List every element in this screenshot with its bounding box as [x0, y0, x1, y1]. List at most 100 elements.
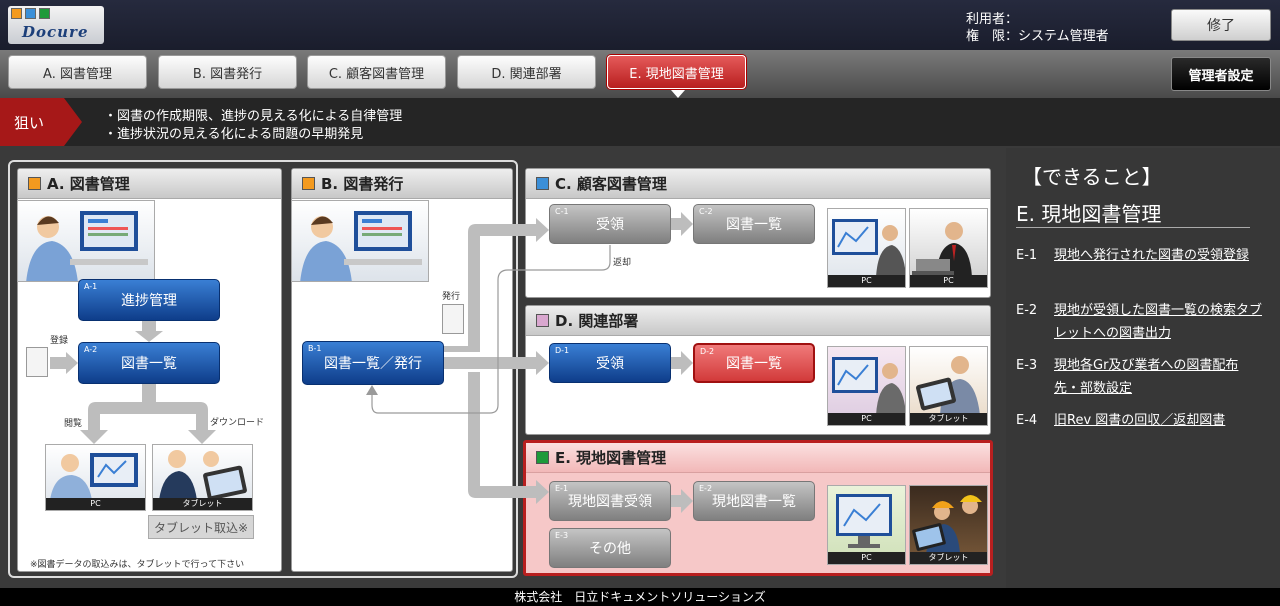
document-icon [442, 304, 464, 334]
tab-e-site-documents[interactable]: E. 現地図書管理 [607, 55, 746, 89]
node-label: 図書一覧 [726, 356, 782, 372]
capability-code: E-4 [1016, 413, 1038, 428]
document-list-button-d2[interactable]: D-2 図書一覧 [693, 343, 815, 383]
tab-a-document-management[interactable]: A. 図書管理 [8, 55, 147, 89]
pc-illustration-e: PC [827, 485, 906, 565]
capabilities-subheading: E. 現地図書管理 [1016, 202, 1162, 226]
capability-link[interactable]: 現地へ発行された図書の受領登録 [1054, 244, 1264, 267]
quit-button[interactable]: 修了 [1171, 9, 1271, 41]
panel-b-title: B. 図書発行 [321, 175, 404, 193]
tablet-illustration-a: タブレット [152, 444, 253, 511]
view-label: 閲覧 [64, 419, 83, 429]
other-button-e3[interactable]: E-3 その他 [549, 528, 671, 568]
node-code: D-2 [700, 347, 715, 356]
pc-illustration-d: PC [827, 346, 906, 426]
node-label: 進捗管理 [121, 293, 177, 309]
node-label: 現地図書受領 [568, 494, 652, 510]
office-worker-icon [300, 211, 422, 281]
tablet-user-icon [159, 450, 247, 501]
node-label: 受領 [596, 356, 624, 372]
capability-code: E-1 [1016, 248, 1038, 263]
panel-a-title: A. 図書管理 [47, 175, 130, 193]
tab-b-document-issue[interactable]: B. 図書発行 [158, 55, 297, 89]
panel-e-header: E. 現地図書管理 [526, 443, 990, 473]
issue-label: 発行 [442, 292, 461, 302]
pc-illustration-c1: PC [827, 208, 906, 288]
panel-d-header: D. 関連部署 [526, 306, 990, 336]
goal-line-2: ・進捗状況の見える化による問題の早期発見 [104, 127, 364, 142]
footer-company: 株式会社 日立ドキュメントソリューションズ [0, 588, 1280, 606]
document-list-issue-button[interactable]: B-1 図書一覧／発行 [302, 341, 444, 385]
capability-item-e1[interactable]: E-1 現地へ発行された図書の受領登録 [1016, 244, 1266, 290]
tab-c-customer-documents[interactable]: C. 顧客図書管理 [307, 55, 446, 89]
capability-code: E-3 [1016, 358, 1038, 373]
pc-tag: PC [828, 275, 905, 287]
node-label: 受領 [596, 217, 624, 233]
tablet-illustration-e: タブレット [909, 485, 988, 565]
capability-code: E-2 [1016, 303, 1038, 318]
pc-illustration-a: PC [45, 444, 146, 511]
capabilities-heading: 【できること】 [1022, 165, 1162, 189]
capability-item-e3[interactable]: E-3 現地各Gr及び業者への図書配布先・部数設定 [1016, 354, 1266, 400]
pc-user-icon [832, 219, 905, 277]
role-label: 権 限：システム管理者 [966, 29, 1109, 44]
green-square-icon [536, 451, 549, 464]
orange-square-icon [302, 177, 315, 190]
capability-link[interactable]: 現地が受領した図書一覧の検索タブレットへの図書出力 [1054, 299, 1264, 345]
pc-user-icon [832, 357, 905, 415]
office-worker-illustration-b [291, 200, 429, 282]
tab-d-related-departments[interactable]: D. 関連部署 [457, 55, 596, 89]
import-note: ※図書データの取込みは、タブレットで行って下さい [30, 560, 245, 570]
pc-tag: PC [828, 413, 905, 425]
tablet-tag: タブレット [910, 552, 987, 564]
orange-square-icon [28, 177, 41, 190]
heading-divider [1016, 227, 1250, 228]
office-worker-illustration [17, 200, 155, 282]
download-label: ダウンロード [210, 418, 265, 428]
active-tab-indicator-icon [671, 90, 685, 98]
node-code: E-2 [699, 484, 713, 493]
admin-settings-button[interactable]: 管理者設定 [1171, 57, 1271, 91]
pc-illustration-c2: PC [909, 208, 988, 288]
progress-management-button[interactable]: A-1 進捗管理 [78, 279, 220, 321]
panel-c-header: C. 顧客図書管理 [526, 169, 990, 199]
panel-b-header: B. 図書発行 [292, 169, 512, 199]
worker-helmet-tablet-icon [912, 495, 982, 554]
logo-square-green-icon [39, 8, 50, 19]
tablet-import-button[interactable]: タブレット取込※ [148, 515, 254, 539]
capability-item-e2[interactable]: E-2 現地が受領した図書一覧の検索タブレットへの図書出力 [1016, 299, 1266, 345]
document-list-button-c2[interactable]: C-2 図書一覧 [693, 204, 815, 244]
node-code: D-1 [555, 346, 570, 355]
pink-square-icon [536, 314, 549, 327]
logo-square-orange-icon [11, 8, 22, 19]
pc-tag: PC [910, 275, 987, 287]
capability-item-e4[interactable]: E-4 旧Rev 図書の回収／返却図書 [1016, 409, 1266, 432]
panel-d-title: D. 関連部署 [555, 312, 639, 330]
capability-link[interactable]: 現地各Gr及び業者への図書配布先・部数設定 [1054, 354, 1264, 400]
pc-tag: PC [828, 552, 905, 564]
document-icon [26, 347, 48, 377]
app-logo: Docure [8, 6, 104, 44]
site-document-receive-button[interactable]: E-1 現地図書受領 [549, 481, 671, 521]
node-label: 図書一覧 [121, 356, 177, 372]
node-code: C-1 [555, 207, 569, 216]
document-list-button-a2[interactable]: A-2 図書一覧 [78, 342, 220, 384]
pc-tag: PC [46, 498, 145, 510]
receive-button-c1[interactable]: C-1 受領 [549, 204, 671, 244]
panel-e-title: E. 現地図書管理 [555, 449, 667, 467]
node-code: B-1 [308, 344, 322, 353]
businessman-laptop-icon [912, 222, 972, 277]
receive-button-d1[interactable]: D-1 受領 [549, 343, 671, 383]
logo-square-blue-icon [25, 8, 36, 19]
capability-link[interactable]: 旧Rev 図書の回収／返却図書 [1054, 409, 1264, 432]
register-label: 登録 [50, 336, 69, 346]
goal-line-1: ・図書の作成期限、進捗の見える化による自律管理 [104, 109, 403, 124]
pc-user-icon [50, 453, 138, 500]
tablet-tag: タブレット [910, 413, 987, 425]
tablet-user-icon [916, 356, 980, 415]
node-code: C-2 [699, 207, 713, 216]
tablet-illustration-d: タブレット [909, 346, 988, 426]
panel-c-title: C. 顧客図書管理 [555, 175, 667, 193]
site-document-list-button[interactable]: E-2 現地図書一覧 [693, 481, 815, 521]
logo-text: Docure [22, 23, 89, 41]
